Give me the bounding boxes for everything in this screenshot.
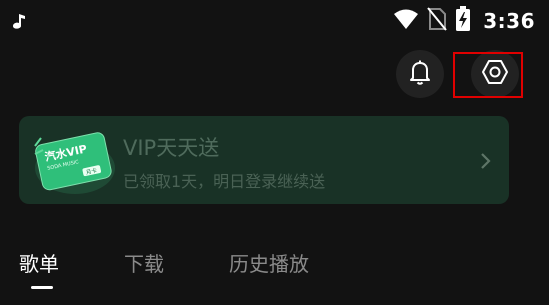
status-time: 3:36 xyxy=(483,9,535,33)
wifi-icon xyxy=(393,8,419,34)
tab-download[interactable]: 下载 xyxy=(124,248,164,277)
no-sim-icon xyxy=(427,7,448,35)
status-bar: 3:36 xyxy=(0,0,549,42)
chevron-right-icon xyxy=(479,150,493,172)
vip-subtitle: 已领取1天，明日登录继续送 xyxy=(123,172,326,191)
tab-playlist[interactable]: 歌单 xyxy=(19,248,59,277)
music-note-icon xyxy=(8,10,30,32)
vip-card-art: 汽水VIP SODA MUSIC 月卡 xyxy=(34,132,115,194)
tab-history[interactable]: 历史播放 xyxy=(229,248,309,277)
battery-charging-icon xyxy=(455,6,471,36)
notifications-button[interactable] xyxy=(396,50,444,98)
active-tab-indicator xyxy=(31,286,53,289)
bell-icon xyxy=(405,57,435,91)
vip-banner[interactable]: 汽水VIP SODA MUSIC 月卡 VIP天天送 已领取1天，明日登录继续送 xyxy=(19,116,509,204)
vip-title: VIP天天送 xyxy=(123,136,220,160)
highlight-box xyxy=(453,52,523,98)
library-tabs: 歌单 下载 历史播放 xyxy=(0,240,549,305)
status-icons: 3:36 xyxy=(393,6,535,36)
